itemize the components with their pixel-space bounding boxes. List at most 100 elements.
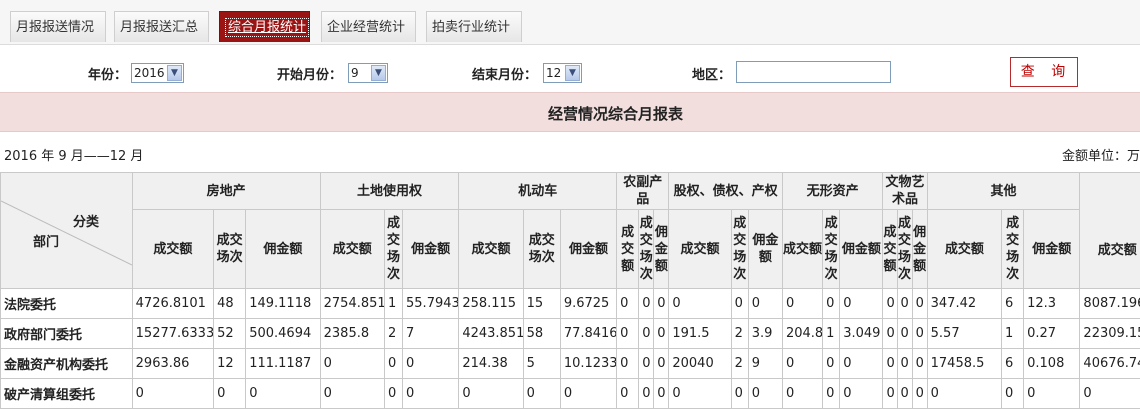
amount-unit: 金额单位：万 bbox=[1062, 149, 1140, 164]
value-cell: 0 bbox=[616, 288, 640, 319]
value-cell: 12 bbox=[213, 348, 247, 379]
amount-header: 成交额 bbox=[319, 209, 385, 289]
value-cell: 22309.15 bbox=[1079, 318, 1140, 349]
value-cell: 0 bbox=[911, 318, 928, 349]
year-select[interactable]: 2016 ▼ bbox=[131, 63, 184, 83]
table-body: 法院委托 4726.8101 48 149.1118 2754.851 1 55.7943 2… bbox=[0, 288, 1140, 409]
count-header: 成交场次 bbox=[730, 209, 749, 289]
value-cell: 4726.8101 bbox=[131, 288, 215, 319]
value-cell: 2 bbox=[730, 348, 749, 379]
value-cell: 48 bbox=[213, 288, 247, 319]
tab-label: 拍卖行业统计 bbox=[432, 20, 511, 35]
value-cell: 2754.851 bbox=[319, 288, 385, 319]
value-cell: 0 bbox=[747, 378, 783, 409]
value-cell: 0 bbox=[131, 378, 215, 409]
value-cell: 0 bbox=[402, 378, 460, 409]
end-month-select[interactable]: 12 ▼ bbox=[543, 63, 582, 83]
value-cell: 0 bbox=[911, 288, 928, 319]
value-cell: 20040 bbox=[668, 348, 732, 379]
value-cell: 0 bbox=[638, 288, 655, 319]
report-table-container: 分类 部门 房地产 土地使用权 机动车 农副产品 股权、债权、产权 无形资产 文… bbox=[0, 172, 1140, 410]
value-cell: 2 bbox=[730, 318, 749, 349]
group-header-overflow: 成交额 bbox=[1079, 172, 1140, 289]
count-header: 成交场次 bbox=[383, 209, 404, 289]
value-cell: 52 bbox=[213, 318, 247, 349]
value-cell: 149.1118 bbox=[245, 288, 321, 319]
value-cell: 0 bbox=[730, 288, 749, 319]
value-cell: 500.4694 bbox=[245, 318, 321, 349]
value-cell: 15 bbox=[522, 288, 561, 319]
query-button[interactable]: 查 询 bbox=[1010, 57, 1078, 87]
commission-header: 佣金额 bbox=[839, 209, 884, 289]
value-cell: 111.1187 bbox=[245, 348, 321, 379]
value-cell: 0 bbox=[882, 378, 898, 409]
value-cell: 58 bbox=[522, 318, 561, 349]
value-cell: 8087.196 bbox=[1079, 288, 1140, 319]
count-header: 成交场次 bbox=[213, 209, 247, 289]
count-header: 成交场次 bbox=[896, 209, 913, 289]
report-title-bar: 经营情况综合月报表 bbox=[0, 92, 1140, 132]
value-cell: 258.115 bbox=[458, 288, 524, 319]
value-cell: 0 bbox=[882, 348, 898, 379]
table-row: 破产清算组委托 0 0 0 0 0 0 0 0 0 0 0 0 0 0 0 0 0 0 0 0 0 0 0 0 0 bbox=[0, 378, 1140, 409]
amount-header: 成交额 bbox=[458, 209, 524, 289]
report-period: 2016 年 9 月——12 月 bbox=[4, 149, 144, 164]
value-cell: 0 bbox=[458, 378, 524, 409]
department-cell: 政府部门委托 bbox=[0, 318, 133, 349]
count-header: 成交场次 bbox=[638, 209, 655, 289]
tab-monthly-report-status[interactable]: 月报报送情况 bbox=[10, 11, 106, 42]
group-header: 机动车 bbox=[458, 172, 618, 210]
start-month-label: 开始月份： bbox=[277, 68, 343, 83]
value-cell: 17458.5 bbox=[926, 348, 1003, 379]
amount-header: 成交额 bbox=[131, 209, 215, 289]
commission-header: 佣金额 bbox=[653, 209, 670, 289]
value-cell: 0.27 bbox=[1023, 318, 1081, 349]
value-cell: 0 bbox=[653, 348, 670, 379]
value-cell: 0 bbox=[839, 378, 884, 409]
table-row: 金融资产机构委托 2963.86 12 111.1187 0 0 0 214.38 5 10.12… bbox=[0, 348, 1140, 379]
end-month-value: 12 bbox=[546, 66, 562, 80]
sub-header-row: 成交额 成交场次 佣金额 成交额 成交场次 佣金额 成交额 成交场次 佣金额 成交额 成交场次 佣金额… bbox=[1, 209, 1140, 289]
group-header: 土地使用权 bbox=[319, 172, 460, 210]
value-cell: 4243.851 bbox=[458, 318, 524, 349]
value-cell: 5 bbox=[522, 348, 561, 379]
commission-header: 佣金额 bbox=[245, 209, 321, 289]
count-header: 成交场次 bbox=[822, 209, 841, 289]
dropdown-arrow-icon: ▼ bbox=[371, 65, 386, 81]
group-header: 房地产 bbox=[131, 172, 321, 210]
tab-label: 企业经营统计 bbox=[327, 20, 406, 35]
value-cell: 2 bbox=[383, 318, 404, 349]
tab-monthly-report-summary[interactable]: 月报报送汇总 bbox=[114, 11, 209, 42]
value-cell: 0 bbox=[383, 348, 404, 379]
value-cell: 0 bbox=[896, 348, 913, 379]
department-cell: 法院委托 bbox=[0, 288, 133, 319]
value-cell: 9 bbox=[747, 348, 783, 379]
value-cell: 7 bbox=[402, 318, 460, 349]
value-cell: 0 bbox=[747, 288, 783, 319]
value-cell: 0 bbox=[653, 378, 670, 409]
table-row: 法院委托 4726.8101 48 149.1118 2754.851 1 55.7943 2… bbox=[0, 288, 1140, 319]
value-cell: 0 bbox=[1023, 378, 1081, 409]
value-cell: 0 bbox=[402, 348, 460, 379]
tab-auction-industry-stats[interactable]: 拍卖行业统计 bbox=[426, 11, 522, 42]
value-cell: 191.5 bbox=[668, 318, 732, 349]
count-header: 成交场次 bbox=[1001, 209, 1025, 289]
value-cell: 1 bbox=[1001, 318, 1025, 349]
tab-comprehensive-monthly-stats[interactable]: 综合月报统计 bbox=[219, 11, 310, 42]
commission-header: 佣金额 bbox=[402, 209, 460, 289]
amount-header: 成交额 bbox=[781, 209, 824, 289]
department-cell: 金融资产机构委托 bbox=[0, 348, 133, 379]
value-cell: 0 bbox=[730, 378, 749, 409]
value-cell: 204.8 bbox=[781, 318, 824, 349]
tab-enterprise-operation-stats[interactable]: 企业经营统计 bbox=[321, 11, 416, 42]
region-input[interactable] bbox=[736, 61, 891, 83]
start-month-select[interactable]: 9 ▼ bbox=[348, 63, 388, 83]
value-cell: 0 bbox=[822, 348, 841, 379]
start-month-value: 9 bbox=[351, 66, 359, 80]
value-cell: 0 bbox=[616, 378, 640, 409]
group-header: 其他 bbox=[926, 172, 1081, 210]
commission-header: 佣金额 bbox=[559, 209, 618, 289]
table-row: 政府部门委托 15277.6333 52 500.4694 2385.8 2 7 4243.8… bbox=[0, 318, 1140, 349]
department-label: 部门 bbox=[33, 235, 60, 250]
value-cell: 0 bbox=[882, 318, 898, 349]
